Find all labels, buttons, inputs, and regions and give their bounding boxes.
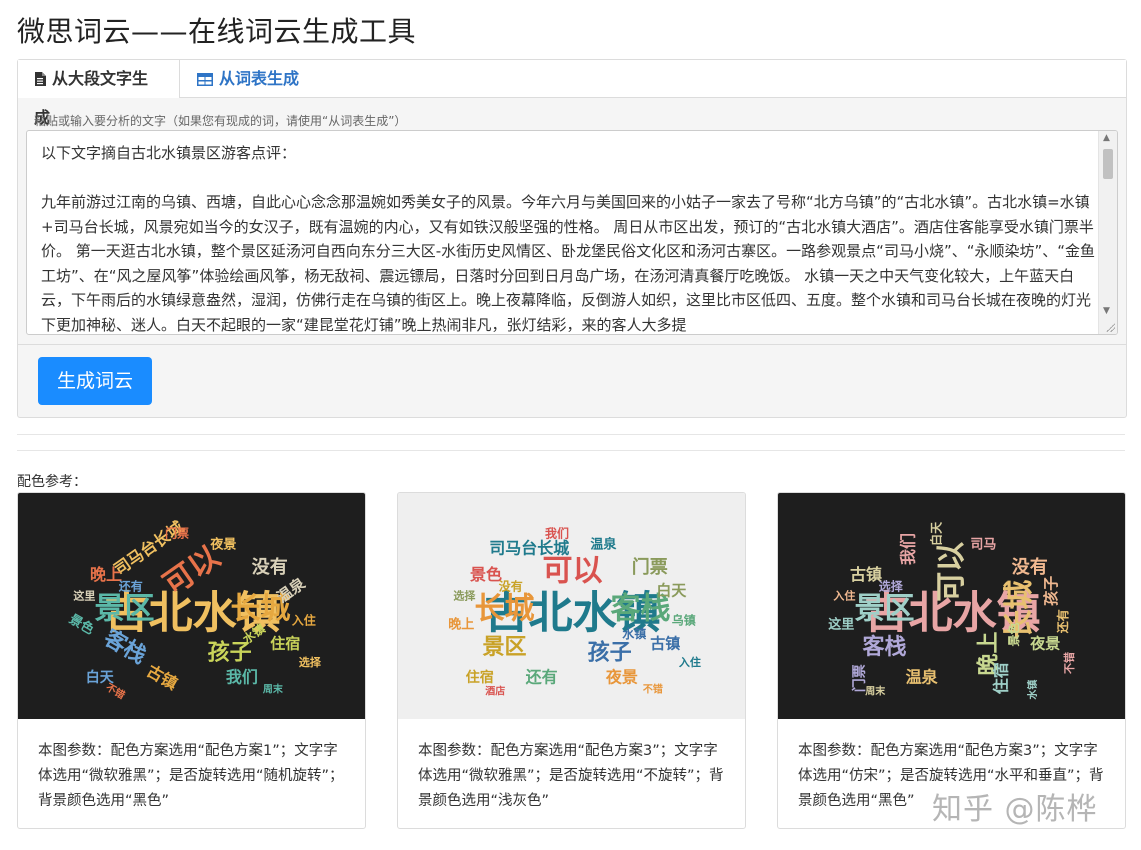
input-hint: 粘贴或输入要分析的文字（如果您有现成的词，请使用“从词表生成”） xyxy=(34,114,407,128)
wordcloud-word: 可以 xyxy=(543,553,603,588)
wordcloud-word: 水镇 xyxy=(1026,680,1039,701)
wordcloud-word: 孩子 xyxy=(588,640,632,666)
wordcloud-word: 还有 xyxy=(525,668,558,687)
wordcloud-word: 这里 xyxy=(828,617,854,633)
example-card-2: 古北水镇 可以 长城 客栈 景区 孩子 门票 司马台长城 景色 夜景 还有 住宿 古镇 白天 温泉 我们 晚上乌… xyxy=(397,492,746,829)
card-caption: 本图参数：配色方案选用“配色方案3”；文字字体选用“微软雅黑”；是否旋转选用“不… xyxy=(418,743,724,809)
page-title: 微思词云——在线词云生成工具 xyxy=(17,15,417,48)
wordcloud-word: 景色 xyxy=(1006,622,1021,646)
divider xyxy=(18,344,1126,345)
wordcloud-word: 门票 xyxy=(632,556,668,578)
wordcloud-word: 景区 xyxy=(483,635,527,660)
wordcloud-word: 选择 xyxy=(299,655,322,669)
tab-from-text[interactable]: 从大段文字生成 xyxy=(18,60,180,127)
wordcloud-word: 酒店 xyxy=(485,685,505,698)
wordcloud-word: 白天 xyxy=(929,521,944,546)
wordcloud-image-3: 古北水镇 可以 景区 长城 客栈 晚上 没有 我们 古镇 住宿 温泉 门票 夜景 孩子 司马 白天 这里 还有 选择… xyxy=(778,493,1125,719)
wordcloud-word: 景色 xyxy=(470,565,502,584)
wordcloud-word: 还有 xyxy=(1055,609,1070,634)
tab-from-wordlist[interactable]: 从词表生成 xyxy=(181,60,321,97)
example-card-1: 古北水镇 可以 景区 长城 客栈 孩子 没有 司马台长城 晚上 我们 古镇 白天 住宿 温泉 夜景 门票 景色入… xyxy=(17,492,366,829)
wordcloud-word: 夜景 xyxy=(209,537,236,553)
wordcloud-word: 夜景 xyxy=(1029,635,1060,653)
table-icon xyxy=(197,62,213,99)
tab-from-wordlist-label: 从词表生成 xyxy=(219,69,300,88)
wordcloud-word: 我们 xyxy=(545,525,569,540)
wordcloud-word: 景区 xyxy=(855,591,915,626)
scroll-up-icon[interactable]: ▲ xyxy=(1103,133,1110,143)
wordcloud-word: 晚上 xyxy=(90,565,122,584)
watermark: 知乎 @陈桦 xyxy=(932,792,1098,827)
wordcloud-word: 周末 xyxy=(865,685,886,698)
generator-panel: 从大段文字生成 从词表生成 粘贴或输入要分析的文字（如果您有现成的词，请使用“从… xyxy=(17,59,1127,418)
scroll-thumb[interactable] xyxy=(1103,149,1113,179)
file-icon xyxy=(34,62,46,99)
wordcloud-word: 没有 xyxy=(1012,556,1048,578)
wordcloud-word: 不错 xyxy=(643,683,663,696)
wordcloud-word: 住宿 xyxy=(270,635,300,653)
divider xyxy=(17,434,1125,435)
wordcloud-word: 入住 xyxy=(679,655,701,669)
wordcloud-word: 客栈 xyxy=(863,634,907,660)
generate-button[interactable]: 生成词云 xyxy=(38,357,152,405)
text-body: 九年前游过江南的乌镇、西塘，自此心心念念那温婉如秀美女子的风景。今年六月与美国回… xyxy=(41,193,1096,334)
wordcloud-word: 景区 xyxy=(95,591,155,626)
wordcloud-word: 孩子 xyxy=(1042,576,1060,606)
wordcloud-word: 住宿 xyxy=(466,669,494,686)
scrollbar[interactable]: ▲ ▼ xyxy=(1098,131,1117,334)
wordcloud-word: 门票 xyxy=(165,525,189,540)
wordcloud-word: 古镇 xyxy=(850,565,882,584)
wordcloud-word: 司马 xyxy=(970,538,996,553)
wordcloud-word: 入住 xyxy=(833,589,855,603)
wordcloud-word: 司马台长城 xyxy=(489,539,569,558)
divider xyxy=(17,450,1125,451)
wordcloud-word: 还有 xyxy=(118,579,143,594)
wordcloud-word: 选择 xyxy=(453,589,476,603)
wordcloud-word: 没有 xyxy=(499,579,523,594)
wordcloud-word: 入住 xyxy=(292,613,316,628)
wordcloud-word: 晚上 xyxy=(448,617,474,633)
wordcloud-word: 没有 xyxy=(252,556,288,578)
wordcloud-word: 白天 xyxy=(656,581,687,599)
wordcloud-word: 不错 xyxy=(1062,652,1076,674)
wordcloud-word: 周末 xyxy=(263,683,284,696)
wordcloud-word: 住宿 xyxy=(991,662,1010,694)
wordcloud-word: 夜景 xyxy=(605,668,638,687)
wordcloud-word: 我们 xyxy=(899,533,918,565)
wordcloud-image-2: 古北水镇 可以 长城 客栈 景区 孩子 门票 司马台长城 景色 夜景 还有 住宿 古镇 白天 温泉 我们 晚上乌… xyxy=(398,493,745,719)
wordcloud-word: 我们 xyxy=(226,668,258,687)
text-input[interactable]: 以下文字摘自古北水镇景区游客点评： 九年前游过江南的乌镇、西塘，自此心心念念那温… xyxy=(26,130,1118,335)
wordcloud-word: 长城 xyxy=(475,591,535,626)
wordcloud-word: 可以 xyxy=(934,542,969,602)
card-caption: 本图参数：配色方案选用“配色方案1”；文字字体选用“微软雅黑”；是否旋转选用“随… xyxy=(38,743,344,809)
example-card-3: 古北水镇 可以 景区 长城 客栈 晚上 没有 我们 古镇 住宿 温泉 门票 夜景 孩子 司马 白天 这里 还有 选择… xyxy=(777,492,1126,829)
wordcloud-word: 乌镇 xyxy=(672,613,696,628)
text-line-1: 以下文字摘自古北水镇景区游客点评： xyxy=(41,144,297,162)
wordcloud-image-1: 古北水镇 可以 景区 长城 客栈 孩子 没有 司马台长城 晚上 我们 古镇 白天 住宿 温泉 夜景 门票 景色入… xyxy=(18,493,365,719)
wordcloud-word: 选择 xyxy=(879,579,904,594)
scroll-down-icon[interactable]: ▼ xyxy=(1103,306,1110,316)
wordcloud-word: 温泉 xyxy=(590,537,617,553)
palette-reference-label: 配色参考： xyxy=(17,474,87,490)
tab-bar: 从大段文字生成 从词表生成 xyxy=(18,60,1126,127)
wordcloud-word: 水镇 xyxy=(622,626,646,641)
wordcloud-word: 这里 xyxy=(73,589,95,603)
wordcloud-word: 温泉 xyxy=(905,668,939,687)
resize-grip-icon[interactable] xyxy=(1105,322,1115,332)
wordcloud-word: 古镇 xyxy=(650,635,680,653)
